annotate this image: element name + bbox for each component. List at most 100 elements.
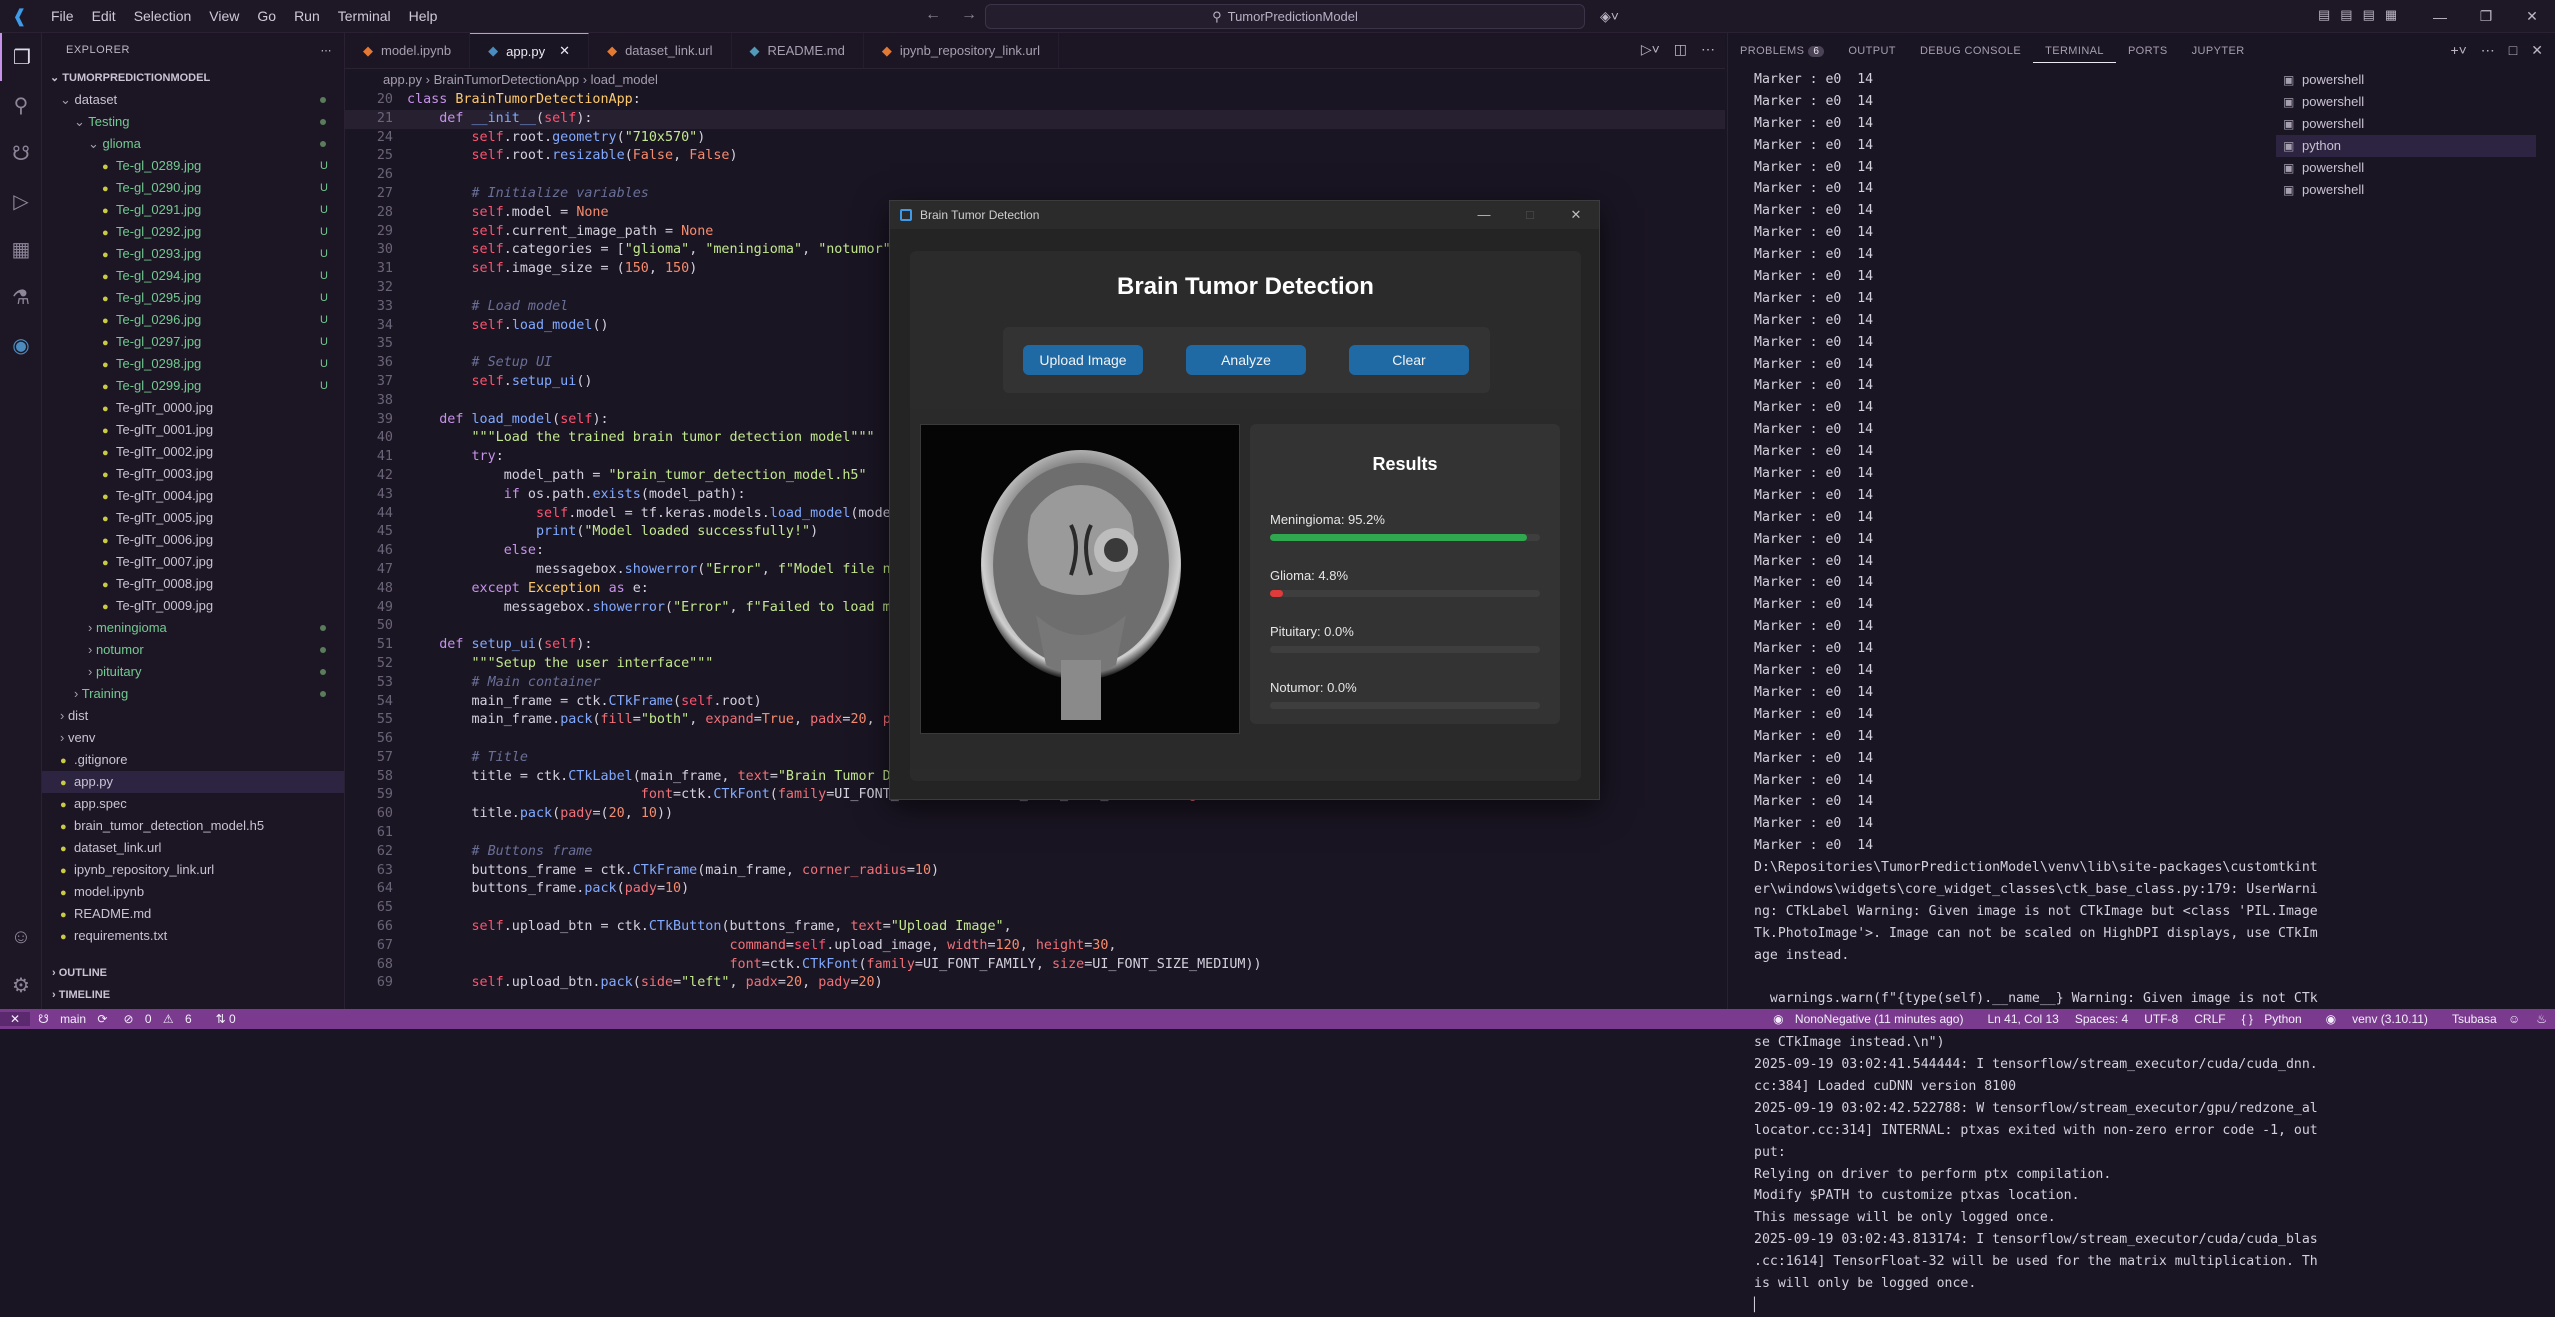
code-line[interactable]: 20 class BrainTumorDetectionApp: — [345, 91, 1725, 110]
tree-folder[interactable]: › dist — [42, 705, 344, 727]
tree-file[interactable]: ● Te-glTr_0003.jpg — [42, 463, 344, 485]
code-line[interactable]: 69 self.upload_btn.pack(side="left", pad… — [345, 974, 1725, 993]
terminal-output[interactable]: Marker : e0 14 Marker : e0 14 Marker : e0 … — [1754, 69, 2374, 1317]
copilot-icon[interactable]: ◈˅ — [1600, 8, 1619, 25]
minimize-icon[interactable]: — — [2417, 9, 2463, 25]
indentation[interactable]: Spaces: 4 — [2067, 1012, 2136, 1026]
upload-image-button[interactable]: Upload Image — [1023, 345, 1143, 375]
testing-icon[interactable]: ⚗ — [0, 273, 42, 321]
tree-file[interactable]: ● README.md — [42, 903, 344, 925]
tree-file[interactable]: ● brain_tumor_detection_model.h5 — [42, 815, 344, 837]
tree-folder[interactable]: › venv — [42, 727, 344, 749]
editor-tab[interactable]: ◆ README.md — [732, 33, 864, 68]
restore-icon[interactable]: ❐ — [2463, 8, 2509, 25]
menu-go[interactable]: Go — [248, 0, 285, 33]
encoding[interactable]: UTF-8 — [2136, 1012, 2186, 1026]
split-editor-icon[interactable]: ◫ — [1674, 41, 1687, 58]
editor-tab[interactable]: ◆ dataset_link.url — [589, 33, 732, 68]
tree-file[interactable]: ● Te-glTr_0004.jpg — [42, 485, 344, 507]
code-line[interactable]: 24 self.root.geometry("710x570") — [345, 129, 1725, 148]
panel-tab-output[interactable]: OUTPUT — [1836, 45, 1908, 57]
code-line[interactable]: 60 title.pack(pady=(20, 10)) — [345, 805, 1725, 824]
project-root[interactable]: ⌄ TUMORPREDICTIONMODEL — [42, 67, 344, 89]
command-center-search[interactable]: ⚲ TumorPredictionModel — [985, 4, 1585, 29]
tree-file[interactable]: ● Te-glTr_0005.jpg — [42, 507, 344, 529]
tree-file[interactable]: ● Te-gl_0294.jpg U — [42, 265, 344, 287]
forward-arrow-icon[interactable]: → — [961, 6, 977, 24]
source-control-icon[interactable]: ☋ — [0, 129, 42, 177]
tree-file[interactable]: ● Te-gl_0292.jpg U — [42, 221, 344, 243]
toggle-secondary-sidebar-icon[interactable]: ▤ — [2363, 7, 2375, 23]
more-actions-icon[interactable]: ⋯ — [2481, 42, 2495, 59]
code-line[interactable]: 66 self.upload_btn = ctk.CTkButton(butto… — [345, 918, 1725, 937]
new-terminal-icon[interactable]: +˅ — [2450, 42, 2466, 59]
menu-help[interactable]: Help — [400, 0, 447, 33]
code-line[interactable]: 21 def __init__(self): — [345, 109, 1725, 129]
code-line[interactable]: 65 — [345, 899, 1725, 918]
terminal-instance[interactable]: ▣ powershell — [2276, 91, 2536, 113]
tree-file[interactable]: ● Te-gl_0299.jpg U — [42, 375, 344, 397]
explorer-icon[interactable]: ❐ — [0, 33, 42, 81]
tree-file[interactable]: ● Te-glTr_0002.jpg — [42, 441, 344, 463]
menu-selection[interactable]: Selection — [125, 0, 201, 33]
toggle-panel-icon[interactable]: ▤ — [2340, 7, 2352, 23]
terminal-instance[interactable]: ▣ powershell — [2276, 157, 2536, 179]
tree-folder[interactable]: › meningioma — [42, 617, 344, 639]
code-line[interactable]: 61 — [345, 824, 1725, 843]
panel-tab-terminal[interactable]: TERMINAL — [2033, 40, 2116, 63]
editor-tab[interactable]: ◆ model.ipynb — [345, 33, 471, 68]
timeline-section[interactable]: › TIMELINE — [42, 984, 345, 1006]
line-endings[interactable]: CRLF — [2186, 1012, 2233, 1026]
tree-file[interactable]: ● app.py — [42, 771, 344, 793]
code-line[interactable]: 68 font=ctk.CTkFont(family=UI_FONT_FAMIL… — [345, 956, 1725, 975]
ports-icon[interactable]: ⇅ 0 — [208, 1012, 244, 1026]
menu-view[interactable]: View — [200, 0, 248, 33]
settings-gear-icon[interactable]: ⚙ — [0, 961, 42, 1009]
tree-file[interactable]: ● ipynb_repository_link.url — [42, 859, 344, 881]
close-panel-icon[interactable]: ✕ — [2531, 42, 2543, 59]
branch-item[interactable]: ☋ main ⟳ — [30, 1012, 115, 1026]
tree-file[interactable]: ● model.ipynb — [42, 881, 344, 903]
tree-file[interactable]: ● Te-gl_0291.jpg U — [42, 199, 344, 221]
terminal-instance[interactable]: ▣ powershell — [2276, 69, 2536, 91]
python-icon[interactable]: ◉ — [0, 321, 42, 369]
clear-button[interactable]: Clear — [1349, 345, 1469, 375]
tree-folder[interactable]: ⌄ Testing — [42, 111, 344, 133]
tree-file[interactable]: ● Te-gl_0296.jpg U — [42, 309, 344, 331]
terminal-instance[interactable]: ▣ powershell — [2276, 179, 2536, 201]
tree-file[interactable]: ● Te-glTr_0008.jpg — [42, 573, 344, 595]
terminal-instance[interactable]: ▣ python — [2276, 135, 2536, 157]
code-line[interactable]: 62 # Buttons frame — [345, 843, 1725, 862]
breadcrumb-item[interactable]: load_model — [591, 72, 658, 87]
tree-file[interactable]: ● .gitignore — [42, 749, 344, 771]
editor-tab[interactable]: ◆ ipynb_repository_link.url — [864, 33, 1059, 68]
cursor-position[interactable]: Ln 41, Col 13 — [1979, 1012, 2066, 1026]
maximize-panel-icon[interactable]: □ — [2509, 42, 2517, 59]
user-account[interactable]: Tsubasa ☺ — [2436, 1012, 2528, 1026]
panel-tab-jupyter[interactable]: JUPYTER — [2180, 45, 2257, 57]
app-minimize-icon[interactable]: — — [1461, 201, 1507, 229]
tree-file[interactable]: ● Te-gl_0289.jpg U — [42, 155, 344, 177]
breadcrumb-item[interactable]: app.py — [383, 72, 422, 87]
outline-section[interactable]: › OUTLINE › TIMELINE — [42, 962, 345, 1006]
tree-file[interactable]: ● Te-gl_0293.jpg U — [42, 243, 344, 265]
tree-file[interactable]: ● Te-gl_0290.jpg U — [42, 177, 344, 199]
customize-layout-icon[interactable]: ▦ — [2385, 7, 2397, 23]
more-actions-icon[interactable]: ⋯ — [321, 44, 333, 57]
toggle-primary-sidebar-icon[interactable]: ▤ — [2318, 7, 2330, 23]
menu-terminal[interactable]: Terminal — [329, 0, 400, 33]
close-tab-icon[interactable]: ✕ — [559, 43, 570, 59]
python-interpreter[interactable]: venv (3.10.11) — [2344, 1012, 2436, 1026]
analyze-button[interactable]: Analyze — [1186, 345, 1306, 375]
more-actions-icon[interactable]: ⋯ — [1701, 41, 1715, 58]
tree-file[interactable]: ● requirements.txt — [42, 925, 344, 947]
tree-file[interactable]: ● Te-gl_0298.jpg U — [42, 353, 344, 375]
tree-folder[interactable]: › pituitary — [42, 661, 344, 683]
tree-file[interactable]: ● Te-glTr_0009.jpg — [42, 595, 344, 617]
run-file-icon[interactable]: ▷˅ — [1641, 41, 1660, 58]
menu-run[interactable]: Run — [285, 0, 329, 33]
tree-file[interactable]: ● Te-gl_0295.jpg U — [42, 287, 344, 309]
tree-file[interactable]: ● Te-glTr_0001.jpg — [42, 419, 344, 441]
menu-file[interactable]: File — [42, 0, 83, 33]
account-icon[interactable]: ☺ — [0, 913, 42, 961]
